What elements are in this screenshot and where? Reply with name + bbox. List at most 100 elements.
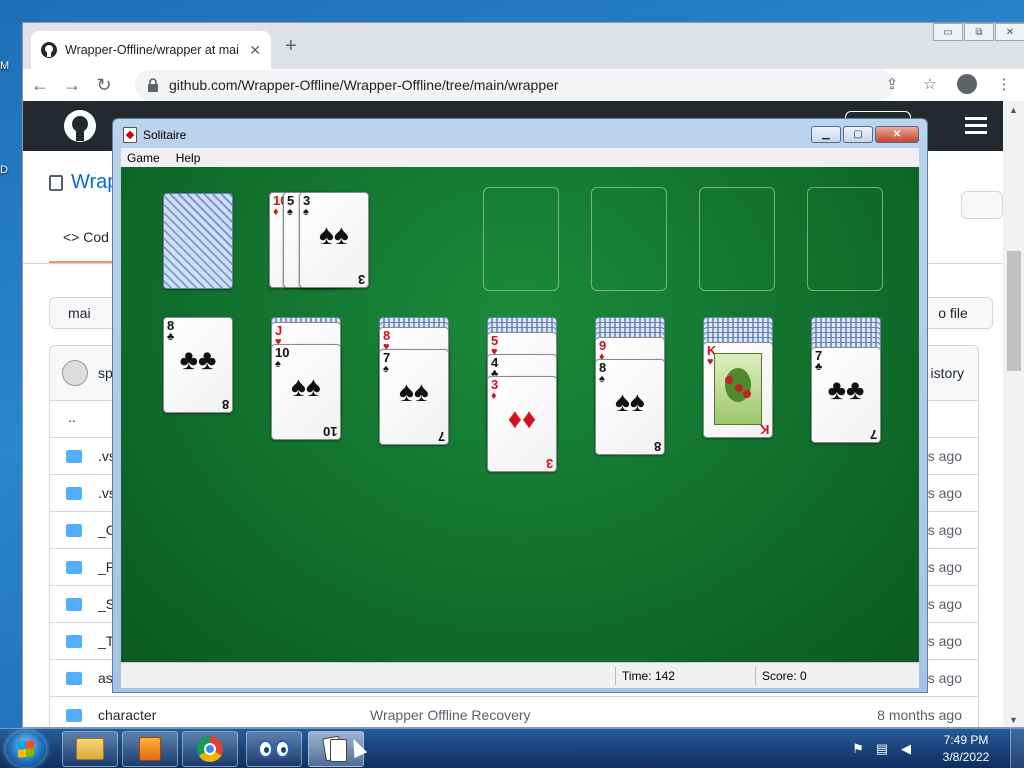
folder-icon (66, 561, 82, 574)
minimize-button[interactable]: ▁ (811, 126, 841, 143)
game-board[interactable]: 10 ♦ 5 ♠ 3 ♠ ♠♠ 3 8 ♣ ♣♣ 8 J ♥ 10 ♠ ♠♠ 10 8 ♥ 7 ♠ ♠♠ 7 5 ♥ 4 ♣ 3 ♦ ♦♦ 3… (121, 167, 919, 662)
score-value: 0 (800, 669, 807, 683)
repo-title[interactable]: Wrap (49, 171, 118, 194)
tableau-card[interactable]: 10 ♠ ♠♠ 10 (271, 344, 341, 440)
page-scrollbar[interactable]: ▲ ▼ (1003, 101, 1024, 727)
file-age: s ago (927, 559, 962, 575)
menu-help[interactable]: Help (176, 151, 201, 165)
folder-icon (66, 672, 82, 685)
time-display: Time: 142 (615, 667, 757, 685)
tableau-card[interactable]: 8 ♠ ♠♠ 8 (595, 359, 665, 455)
scroll-down-icon[interactable]: ▼ (1009, 715, 1018, 725)
card-pips-icon: ♠♠ (615, 386, 645, 417)
king-artwork-icon (714, 353, 762, 425)
waste-card[interactable]: 3 ♠ ♠♠ 3 (299, 192, 369, 288)
reload-button[interactable]: ↻ (89, 70, 119, 100)
close-button[interactable]: ✕ (875, 126, 919, 143)
tableau-card[interactable]: 3 ♦ ♦♦ 3 (487, 376, 557, 472)
lock-icon (148, 78, 158, 92)
volume-icon[interactable]: ◀ (898, 741, 914, 757)
tab-title: Wrapper-Offline/wrapper at mai (65, 43, 239, 57)
new-tab-button[interactable]: + (285, 35, 297, 58)
solitaire-window: Solitaire ▁ ▢ ✕ Game Help 10 ♦ 5 ♠ 3 ♠ ♠♠ 3 8 ♣ ♣♣… (112, 118, 928, 693)
foundation-slot[interactable] (807, 187, 883, 291)
file-name[interactable]: as (98, 670, 113, 686)
card-suit-icon: ♣ (167, 331, 175, 343)
card-pips-icon: ♣♣ (179, 344, 217, 375)
chrome-icon (197, 736, 223, 762)
action-center-flag-icon[interactable]: ⚑ (850, 741, 866, 757)
scroll-up-icon[interactable]: ▲ (1009, 105, 1018, 115)
card-rank-bottom: 7 (437, 429, 445, 444)
share-icon[interactable]: ⇪ (881, 73, 903, 95)
foundation-slot[interactable] (591, 187, 667, 291)
card-suit-icon: ♦ (273, 206, 279, 218)
browser-minimize-button[interactable]: ▭ (933, 23, 963, 41)
back-button[interactable]: ← (25, 70, 55, 100)
taskbar-media-center[interactable] (122, 731, 178, 767)
tab-code[interactable]: <> Cod (63, 229, 109, 245)
repo-book-icon (49, 174, 63, 191)
tableau-card[interactable]: 7 ♣ ♣♣ 7 (811, 347, 881, 443)
browser-close-button[interactable]: ✕ (995, 23, 1024, 41)
stock-pile[interactable] (163, 193, 233, 289)
profile-avatar[interactable] (957, 74, 977, 94)
card-suit-icon: ♣ (815, 361, 823, 373)
show-desktop-button[interactable] (1010, 729, 1024, 768)
card-rank-bottom: 8 (221, 397, 229, 412)
tableau-card[interactable]: 7 ♠ ♠♠ 7 (379, 349, 449, 445)
card-pips-icon: ♠♠ (399, 376, 429, 407)
tableau-card[interactable]: K ♥ K (703, 342, 773, 438)
card-rank-bottom: 10 (322, 424, 337, 439)
start-button[interactable] (6, 731, 46, 767)
taskbar-chrome[interactable] (182, 731, 238, 767)
solitaire-titlebar: Solitaire (123, 127, 186, 143)
forward-button[interactable]: → (57, 70, 87, 100)
file-name[interactable]: character (98, 707, 156, 723)
browser-tab[interactable]: Wrapper-Offline/wrapper at mai ✕ (31, 31, 271, 69)
card-suit-icon: ♥ (707, 356, 714, 368)
solitaire-app-icon (123, 127, 137, 143)
foundation-slot[interactable] (699, 187, 775, 291)
menu-game[interactable]: Game (127, 151, 160, 165)
bookmark-star-icon[interactable]: ☆ (919, 73, 941, 95)
card-pips-icon: ♣♣ (827, 374, 865, 405)
tableau-card[interactable]: 8 ♣ ♣♣ 8 (163, 317, 233, 413)
github-logo-icon[interactable] (63, 109, 97, 143)
browser-toolbar: ← → ↻ github.com/Wrapper-Offline/Wrapper… (23, 69, 1024, 101)
folder-icon (66, 450, 82, 463)
foundation-slot[interactable] (483, 187, 559, 291)
file-commit-message[interactable]: Wrapper Offline Recovery (370, 707, 531, 723)
file-age: s ago (927, 633, 962, 649)
hamburger-menu-icon[interactable] (965, 117, 987, 135)
solitaire-title: Solitaire (143, 128, 187, 142)
solitaire-statusbar: Time: 142 Score: 0 (121, 662, 919, 688)
taskbar-eyes[interactable] (246, 731, 302, 767)
history-link[interactable]: istory (931, 365, 964, 381)
file-age: s ago (927, 596, 962, 612)
browser-menu-icon[interactable]: ⋮ (993, 73, 1015, 95)
close-tab-icon[interactable]: ✕ (249, 42, 261, 59)
score-display: Score: 0 (755, 667, 915, 685)
add-file-label: o file (938, 305, 968, 321)
file-row[interactable]: character Wrapper Offline Recovery 8 month… (49, 697, 979, 727)
network-icon[interactable]: ▤ (874, 741, 890, 757)
parent-dir-link[interactable]: .. (68, 409, 76, 425)
system-clock[interactable]: 7:49 PM 3/8/2022 (922, 732, 1010, 766)
scrollbar-thumb[interactable] (1007, 251, 1021, 371)
maximize-button[interactable]: ▢ (843, 126, 873, 143)
card-rank-bottom: 3 (357, 272, 365, 287)
address-bar[interactable]: github.com/Wrapper-Offline/Wrapper-Offli… (135, 70, 895, 100)
folder-icon (66, 524, 82, 537)
commit-user[interactable]: sp (98, 365, 113, 381)
card-rank-bottom: 3 (545, 456, 553, 471)
browser-restore-button[interactable]: ⧉ (964, 23, 994, 41)
solitaire-icon (322, 735, 348, 763)
explorer-icon (76, 738, 104, 760)
card-rank-bottom: K (759, 422, 769, 437)
repo-dropdown-button[interactable] (961, 191, 1003, 219)
commit-avatar[interactable] (62, 360, 88, 386)
taskbar-explorer[interactable] (62, 731, 118, 767)
card-suit-icon: ♠ (303, 206, 309, 218)
eyes-icon (257, 740, 291, 758)
